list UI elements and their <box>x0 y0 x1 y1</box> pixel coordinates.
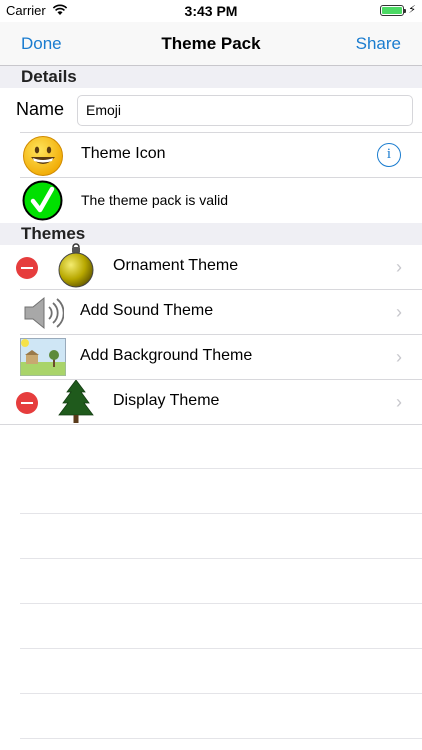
validity-row: The theme pack is valid <box>0 178 422 223</box>
name-label: Name <box>16 99 65 119</box>
tree-icon <box>58 379 94 429</box>
name-row: Name Emoji <box>0 88 422 133</box>
chevron-right-icon: › <box>396 347 402 367</box>
chevron-right-icon: › <box>396 257 402 277</box>
share-button[interactable]: Share <box>356 34 401 54</box>
validity-text: The theme pack is valid <box>81 192 229 208</box>
battery-icon <box>380 5 406 16</box>
theme-icon-label: Theme Icon <box>81 145 166 162</box>
divider <box>20 603 422 604</box>
delete-icon[interactable] <box>16 392 38 414</box>
info-icon[interactable]: i <box>377 143 401 167</box>
theme-row-add-sound[interactable]: Add Sound Theme › <box>0 290 422 335</box>
delete-icon[interactable] <box>16 257 38 279</box>
navigation-bar: Done Theme Pack Share <box>0 22 422 66</box>
details-section-header: Details <box>0 66 422 88</box>
theme-row-add-background[interactable]: Add Background Theme › <box>0 335 422 380</box>
smiley-icon <box>22 135 64 182</box>
theme-icon-row[interactable]: Theme Icon i <box>0 133 422 178</box>
chevron-right-icon: › <box>396 302 402 322</box>
divider <box>20 738 422 739</box>
name-input[interactable]: Emoji <box>77 95 413 126</box>
checkmark-icon <box>22 180 63 226</box>
divider <box>20 693 422 694</box>
divider <box>20 513 422 514</box>
divider <box>20 558 422 559</box>
speaker-icon <box>22 294 65 337</box>
status-bar: Carrier 3:43 PM ⚡ <box>0 0 422 22</box>
divider <box>0 424 422 425</box>
charging-icon: ⚡ <box>408 4 416 16</box>
divider <box>20 648 422 649</box>
theme-label: Add Sound Theme <box>80 302 214 319</box>
ornament-icon <box>57 242 95 293</box>
theme-label: Add Background Theme <box>80 347 253 364</box>
theme-row-display[interactable]: Display Theme › <box>0 379 422 425</box>
status-time: 3:43 PM <box>184 3 238 19</box>
landscape-image-icon <box>20 338 66 381</box>
theme-row-ornament[interactable]: Ornament Theme › <box>0 242 422 293</box>
details-header-label: Details <box>21 67 77 86</box>
chevron-right-icon: › <box>396 392 402 412</box>
themes-header-label: Themes <box>21 224 86 243</box>
theme-label: Display Theme <box>113 392 220 409</box>
theme-label: Ornament Theme <box>113 257 239 274</box>
divider <box>20 468 422 469</box>
